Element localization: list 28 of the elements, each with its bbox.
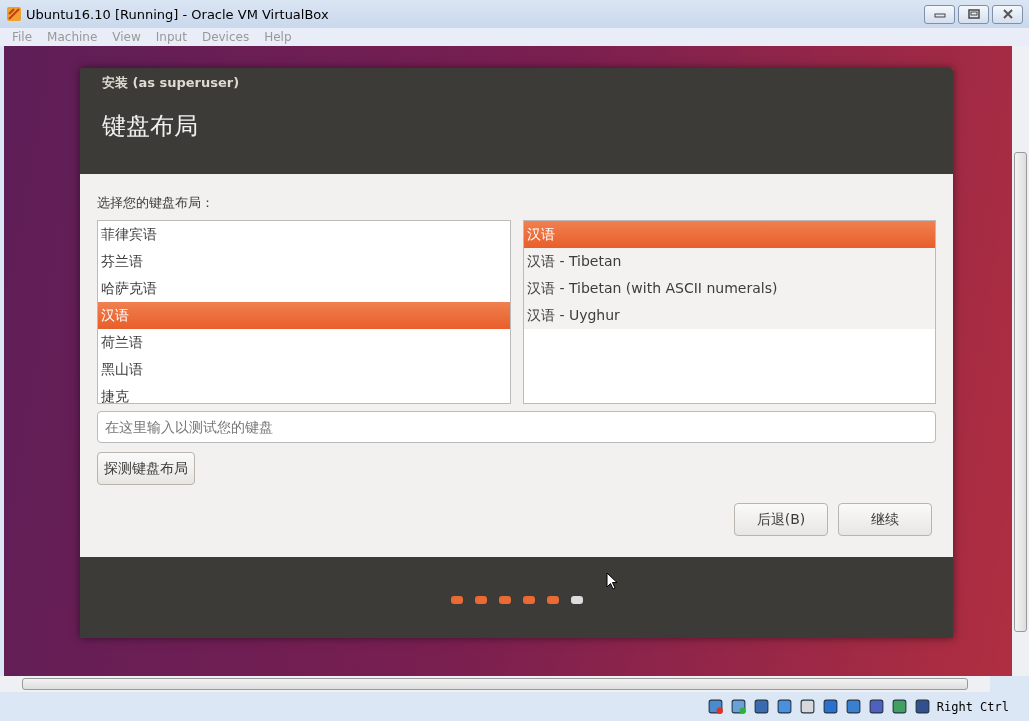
mouse-cursor-icon: [606, 572, 618, 590]
app-icon: [6, 6, 22, 22]
page-heading: 键盘布局: [102, 111, 199, 142]
variant-item[interactable]: 汉语 - Tibetan (with ASCII numerals): [524, 275, 935, 302]
variant-item[interactable]: 汉语 - Tibetan: [524, 248, 935, 275]
maximize-icon: [967, 9, 980, 19]
vertical-scrollbar[interactable]: [1012, 46, 1029, 676]
prompt-label: 选择您的键盘布局：: [97, 194, 215, 212]
detect-layout-button[interactable]: 探测键盘布局: [97, 452, 195, 485]
layout-item[interactable]: 荷兰语: [98, 329, 510, 356]
layout-item[interactable]: 芬兰语: [98, 248, 510, 275]
close-icon: [1001, 9, 1014, 19]
host-key-label: Right Ctrl: [936, 699, 1009, 714]
keyboard-test-field[interactable]: 在这里输入以测试您的键盘: [97, 411, 936, 443]
minimize-button[interactable]: [924, 4, 955, 24]
layout-item[interactable]: 捷克: [98, 383, 510, 403]
variant-item[interactable]: 汉语 - Uyghur: [524, 302, 935, 329]
continue-button[interactable]: 继续: [838, 503, 932, 536]
back-button[interactable]: 后退(B): [734, 503, 828, 536]
horizontal-scrollbar[interactable]: [0, 676, 990, 692]
close-button[interactable]: [992, 4, 1023, 24]
layout-item[interactable]: 哈萨克语: [98, 275, 510, 302]
maximize-button[interactable]: [958, 4, 989, 24]
layout-item[interactable]: 菲律宾语: [98, 221, 510, 248]
layout-item[interactable]: 黑山语: [98, 356, 510, 383]
window-title: Ubuntu16.10 [Running] - Oracle VM VirtualBox: [26, 6, 329, 22]
minimize-icon: [933, 10, 946, 18]
dialog-title: 安装 (as superuser): [102, 74, 241, 92]
